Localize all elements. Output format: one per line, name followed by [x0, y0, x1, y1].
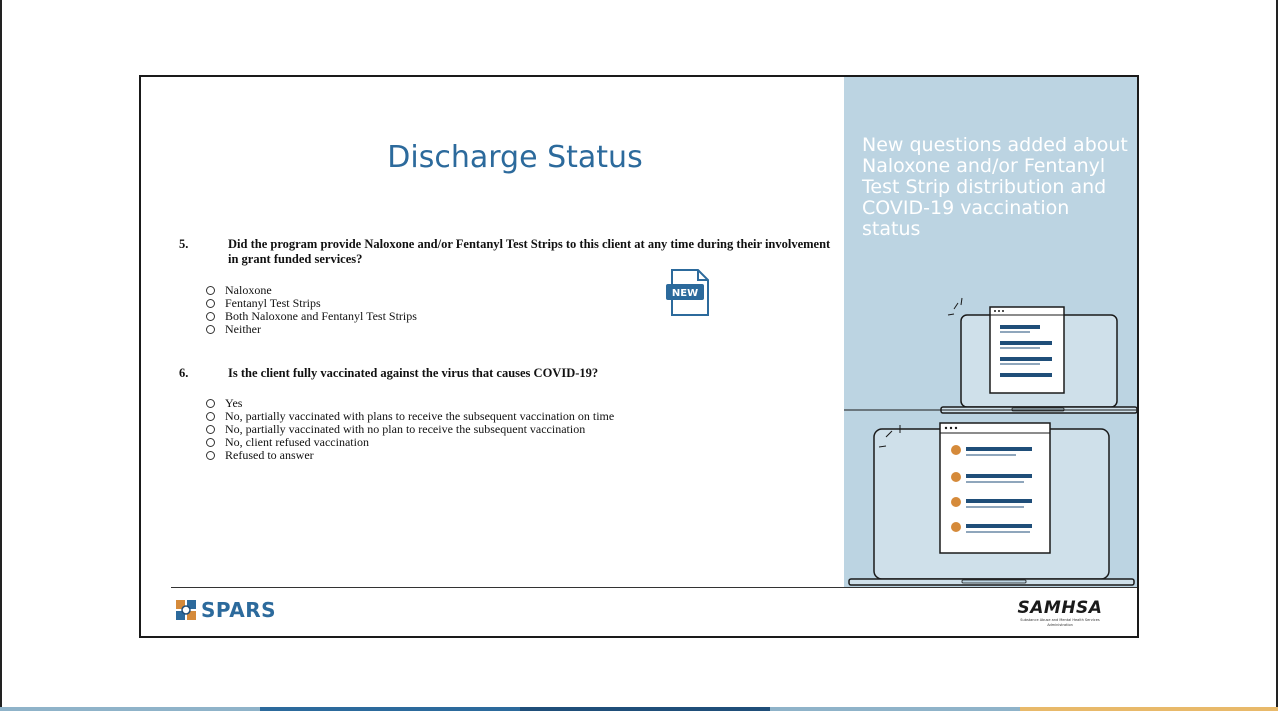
slide: Discharge Status 5. Did the program prov…	[139, 75, 1139, 638]
radio-icon[interactable]	[206, 286, 215, 295]
radio-icon[interactable]	[206, 412, 215, 421]
page-border-left	[0, 0, 2, 711]
radio-icon[interactable]	[206, 312, 215, 321]
radio-icon[interactable]	[206, 425, 215, 434]
option-label: Refused to answer	[225, 448, 314, 462]
radio-icon[interactable]	[206, 399, 215, 408]
upper-laptop-icon	[940, 297, 1137, 414]
new-document-icon: NEW	[666, 269, 709, 316]
laptops-checklist-illustration	[844, 297, 1137, 586]
samhsa-logo: SAMHSA Substance Abuse and Mental Health…	[1010, 598, 1110, 628]
side-panel: New questions added about Naloxone and/o…	[844, 77, 1137, 587]
side-panel-text: New questions added about Naloxone and/o…	[862, 134, 1128, 240]
option-radio[interactable]: Neither	[206, 323, 417, 336]
spars-emblem-icon	[176, 600, 196, 620]
bullet-icon	[951, 472, 961, 482]
strip-segment	[260, 707, 520, 711]
strip-segment	[520, 707, 770, 711]
question-text: Is the client fully vaccinated against t…	[228, 366, 599, 380]
question-6-options: Yes No, partially vaccinated with plans …	[206, 397, 614, 462]
footer-divider	[171, 587, 1137, 588]
bullet-icon	[951, 445, 961, 455]
strip-segment	[1020, 707, 1278, 711]
strip-segment	[0, 707, 260, 711]
samhsa-logo-subtitle: Substance Abuse and Mental Health Servic…	[1020, 618, 1100, 627]
radio-icon[interactable]	[206, 325, 215, 334]
question-text: Did the program provide Naloxone and/or …	[228, 237, 831, 266]
radio-icon[interactable]	[206, 451, 215, 460]
option-radio[interactable]: Refused to answer	[206, 449, 614, 462]
spars-logo-text: SPARS	[201, 598, 277, 622]
question-number: 6.	[179, 366, 189, 380]
samhsa-logo-text: SAMHSA	[1017, 598, 1103, 618]
radio-icon[interactable]	[206, 299, 215, 308]
new-badge-label: NEW	[672, 288, 698, 299]
option-label: Neither	[225, 322, 261, 336]
question-5-options: Naloxone Fentanyl Test Strips Both Nalox…	[206, 284, 417, 336]
strip-segment	[770, 707, 1020, 711]
slide-title: Discharge Status	[387, 140, 643, 175]
lower-laptop-icon	[848, 422, 1135, 586]
slide-main-column: Discharge Status 5. Did the program prov…	[141, 77, 844, 587]
spars-logo: SPARS	[175, 598, 276, 622]
bullet-icon	[951, 497, 961, 507]
bottom-color-strip	[0, 707, 1278, 711]
radio-icon[interactable]	[206, 438, 215, 447]
question-number: 5.	[179, 237, 189, 251]
bullet-icon	[951, 522, 961, 532]
